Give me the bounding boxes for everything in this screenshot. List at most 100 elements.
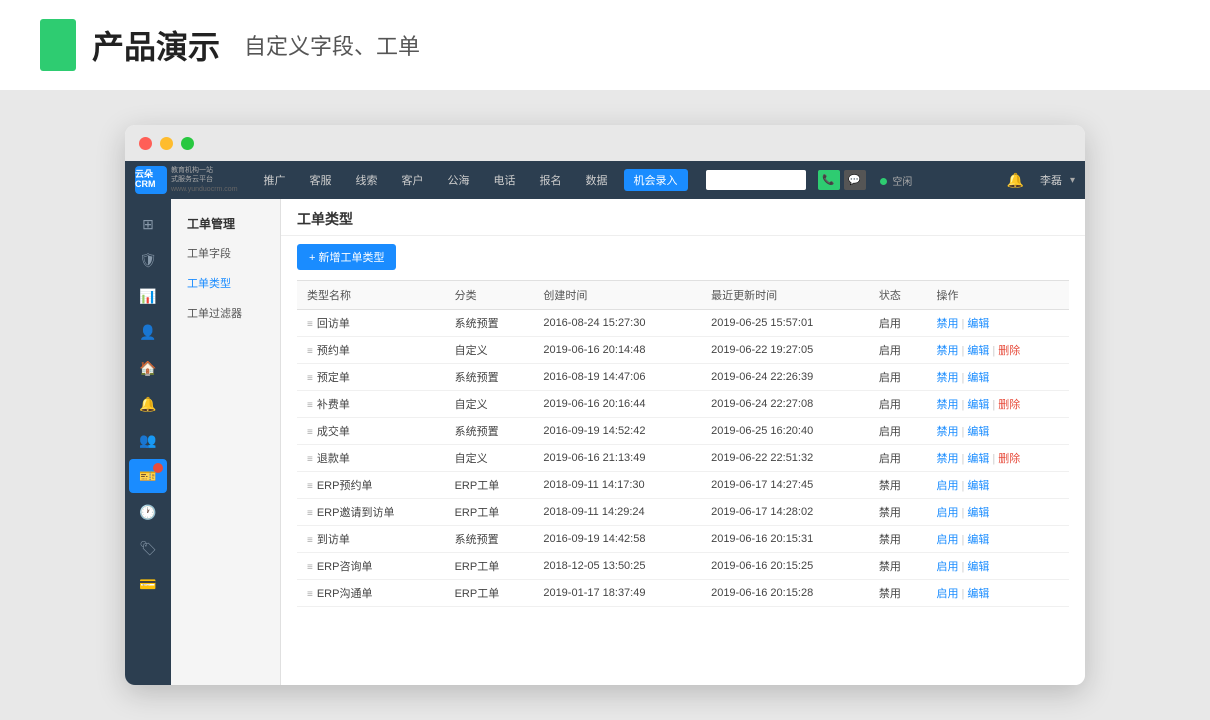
sidebar-icon-alert[interactable]: 🔔 xyxy=(129,387,167,421)
action-link-禁用[interactable]: 禁用 xyxy=(937,426,959,438)
cell-status: 禁用 xyxy=(869,580,927,607)
action-separator: | xyxy=(962,534,965,546)
sidebar-icon-tag[interactable]: 🏷 xyxy=(129,531,167,565)
nav-item-tuiguang[interactable]: 推广 xyxy=(256,170,294,190)
sidebar-icon-grid[interactable]: ⊞ xyxy=(129,207,167,241)
bell-icon[interactable]: 🔔 xyxy=(1007,172,1024,189)
action-link-编辑[interactable]: 编辑 xyxy=(967,561,989,573)
top-nav: 云朵CRM 教育机构一站式服务云平台www.yunduocrm.com 推广 客… xyxy=(125,161,1085,199)
maximize-button[interactable] xyxy=(181,137,194,150)
action-link-禁用[interactable]: 禁用 xyxy=(937,372,959,384)
sidebar-icon-ticket[interactable]: 🎫 xyxy=(129,459,167,493)
action-link-启用[interactable]: 启用 xyxy=(937,588,959,600)
action-link-编辑[interactable]: 编辑 xyxy=(967,399,989,411)
cta-button[interactable]: 机会录入 xyxy=(624,169,688,191)
sidebar-icon-person[interactable]: 👤 xyxy=(129,315,167,349)
action-link-删除[interactable]: 删除 xyxy=(998,345,1020,357)
action-link-启用[interactable]: 启用 xyxy=(937,561,959,573)
action-link-禁用[interactable]: 禁用 xyxy=(937,399,959,411)
sidebar-icon-chart[interactable]: 📊 xyxy=(129,279,167,313)
table-row: ≡预约单自定义2019-06-16 20:14:482019-06-22 19:… xyxy=(297,337,1069,364)
action-link-启用[interactable]: 启用 xyxy=(937,507,959,519)
action-link-禁用[interactable]: 禁用 xyxy=(937,345,959,357)
add-ticket-type-button[interactable]: + 新增工单类型 xyxy=(297,244,396,270)
page-header: 产品演示 自定义字段、工单 xyxy=(0,0,1210,90)
cell-updated: 2019-06-17 14:27:45 xyxy=(701,472,869,499)
nav-icons: 📞 💬 xyxy=(818,170,866,190)
phone-icon-btn[interactable]: 📞 xyxy=(818,170,840,190)
cell-status: 禁用 xyxy=(869,499,927,526)
sidebar-icon-shield[interactable]: 🛡 xyxy=(129,243,167,277)
cell-category: 系统预置 xyxy=(445,364,534,391)
search-input[interactable] xyxy=(706,170,806,190)
cell-created: 2018-12-05 13:50:25 xyxy=(533,553,701,580)
table-row: ≡预定单系统预置2016-08-19 14:47:062019-06-24 22… xyxy=(297,364,1069,391)
action-link-编辑[interactable]: 编辑 xyxy=(967,318,989,330)
cell-created: 2018-09-11 14:29:24 xyxy=(533,499,701,526)
row-handle: ≡ xyxy=(307,481,313,492)
action-link-编辑[interactable]: 编辑 xyxy=(967,507,989,519)
nav-status: 空闲 xyxy=(880,173,913,188)
action-link-编辑[interactable]: 编辑 xyxy=(967,453,989,465)
cell-status: 启用 xyxy=(869,391,927,418)
col-header-name: 类型名称 xyxy=(297,281,445,310)
nav-item-shuju[interactable]: 数据 xyxy=(578,170,616,190)
cell-created: 2016-08-24 15:27:30 xyxy=(533,310,701,337)
cell-status: 启用 xyxy=(869,310,927,337)
nav-item-kefu[interactable]: 客服 xyxy=(302,170,340,190)
table-row: ≡成交单系统预置2016-09-19 14:52:422019-06-25 16… xyxy=(297,418,1069,445)
logo-text: 教育机构一站式服务云平台www.yunduocrm.com xyxy=(171,166,238,193)
action-link-编辑[interactable]: 编辑 xyxy=(967,588,989,600)
action-separator: | xyxy=(962,588,965,600)
chat-icon-btn[interactable]: 💬 xyxy=(844,170,866,190)
action-link-编辑[interactable]: 编辑 xyxy=(967,345,989,357)
sidebar-icon-wallet[interactable]: 💳 xyxy=(129,567,167,601)
action-link-编辑[interactable]: 编辑 xyxy=(967,426,989,438)
cell-actions: 禁用|编辑|删除 xyxy=(927,337,1070,364)
cell-created: 2019-06-16 21:13:49 xyxy=(533,445,701,472)
cell-updated: 2019-06-22 22:51:32 xyxy=(701,445,869,472)
sidebar-icon-clock[interactable]: 🕐 xyxy=(129,495,167,529)
action-link-编辑[interactable]: 编辑 xyxy=(967,372,989,384)
nav-user[interactable]: 李磊 xyxy=(1040,172,1062,188)
nav-item-dianhua[interactable]: 电话 xyxy=(486,170,524,190)
row-handle: ≡ xyxy=(307,373,313,384)
sub-menu-item-types[interactable]: 工单类型 xyxy=(171,268,280,298)
cell-updated: 2019-06-22 19:27:05 xyxy=(701,337,869,364)
cell-updated: 2019-06-16 20:15:28 xyxy=(701,580,869,607)
cell-updated: 2019-06-24 22:27:08 xyxy=(701,391,869,418)
nav-item-gonghai[interactable]: 公海 xyxy=(440,170,478,190)
action-separator: | xyxy=(962,507,965,519)
cell-category: 自定义 xyxy=(445,337,534,364)
sub-menu-item-fields[interactable]: 工单字段 xyxy=(171,238,280,268)
cell-updated: 2019-06-25 16:20:40 xyxy=(701,418,869,445)
cell-created: 2016-09-19 14:52:42 xyxy=(533,418,701,445)
action-link-删除[interactable]: 删除 xyxy=(998,453,1020,465)
action-link-启用[interactable]: 启用 xyxy=(937,534,959,546)
cell-category: 自定义 xyxy=(445,391,534,418)
cell-name: ≡补费单 xyxy=(297,391,445,418)
action-link-启用[interactable]: 启用 xyxy=(937,480,959,492)
action-link-编辑[interactable]: 编辑 xyxy=(967,534,989,546)
table-row: ≡ERP沟通单ERP工单2019-01-17 18:37:492019-06-1… xyxy=(297,580,1069,607)
sidebar-icon-home[interactable]: 🏠 xyxy=(129,351,167,385)
action-separator: | xyxy=(962,372,965,384)
close-button[interactable] xyxy=(139,137,152,150)
cell-status: 启用 xyxy=(869,364,927,391)
browser-window: 云朵CRM 教育机构一站式服务云平台www.yunduocrm.com 推广 客… xyxy=(125,125,1085,685)
nav-item-baoming[interactable]: 报名 xyxy=(532,170,570,190)
action-link-删除[interactable]: 删除 xyxy=(998,399,1020,411)
action-link-编辑[interactable]: 编辑 xyxy=(967,480,989,492)
action-separator: | xyxy=(962,561,965,573)
nav-item-xiansuo[interactable]: 线索 xyxy=(348,170,386,190)
sidebar-icon-user[interactable]: 👥 xyxy=(129,423,167,457)
minimize-button[interactable] xyxy=(160,137,173,150)
cell-category: 系统预置 xyxy=(445,526,534,553)
sub-menu-item-filter[interactable]: 工单过滤器 xyxy=(171,298,280,328)
nav-item-kehu[interactable]: 客户 xyxy=(394,170,432,190)
user-dropdown-icon[interactable]: ▾ xyxy=(1070,175,1075,186)
action-link-禁用[interactable]: 禁用 xyxy=(937,318,959,330)
action-link-禁用[interactable]: 禁用 xyxy=(937,453,959,465)
table-row: ≡补费单自定义2019-06-16 20:16:442019-06-24 22:… xyxy=(297,391,1069,418)
brand-block xyxy=(40,19,76,71)
